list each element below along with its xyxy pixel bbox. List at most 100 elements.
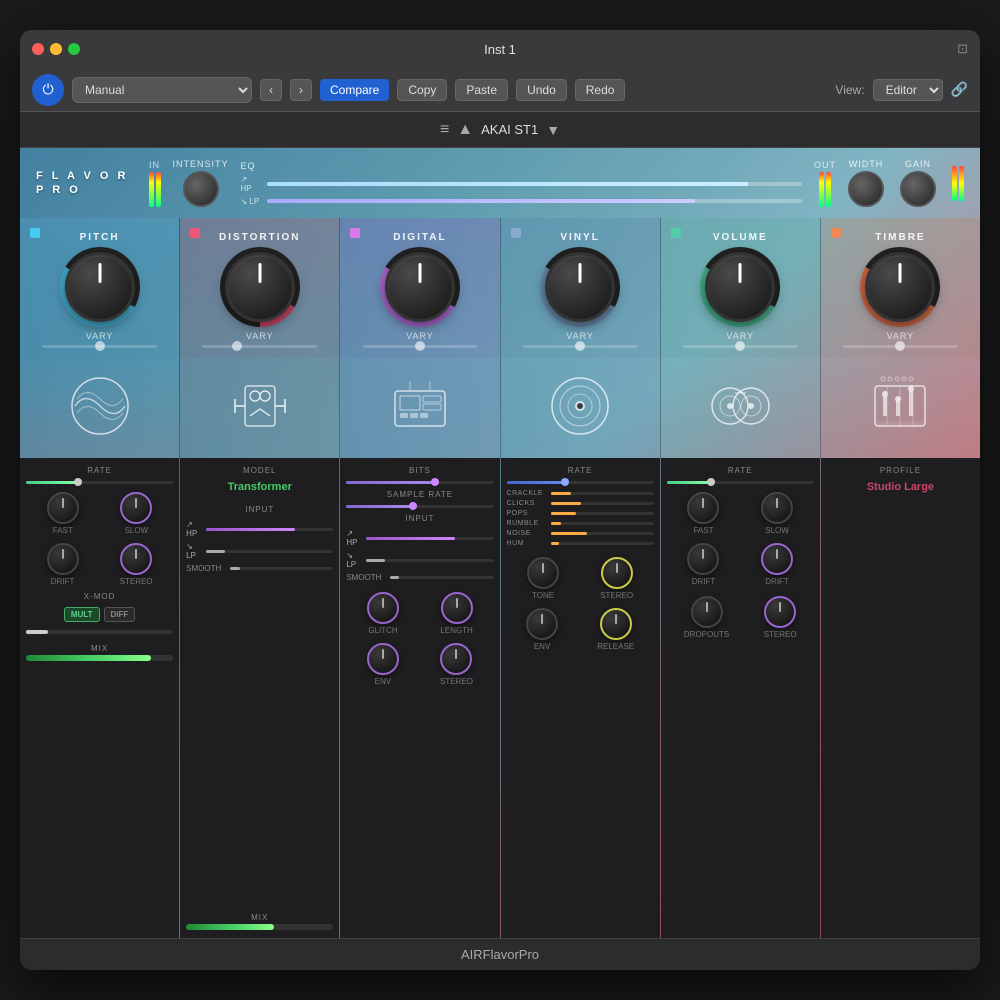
vol-slow-label: SLOW xyxy=(765,526,789,535)
menu-button[interactable]: ≡ xyxy=(440,121,449,139)
preset-dropdown[interactable]: Manual xyxy=(72,77,252,103)
xmod-diff-btn[interactable]: DIFF xyxy=(104,607,136,622)
volume-middle xyxy=(661,358,820,458)
digital-stereo-knob[interactable] xyxy=(440,643,472,675)
vol-rate-slider[interactable] xyxy=(667,481,814,484)
digital-sr-slider[interactable] xyxy=(346,505,493,508)
xmod-slider[interactable] xyxy=(26,630,48,634)
distortion-input-label: INPUT xyxy=(186,505,333,514)
maximize-button[interactable] xyxy=(68,43,80,55)
pitch-vary-slider[interactable] xyxy=(42,345,157,348)
vinyl-rate-slider[interactable] xyxy=(507,481,654,484)
pitch-knob-ring[interactable] xyxy=(60,247,140,327)
noise-slider[interactable] xyxy=(551,532,654,535)
vinyl-stereo-knob[interactable] xyxy=(601,557,633,589)
lp-slider[interactable] xyxy=(267,199,802,203)
dist-smooth-slider[interactable] xyxy=(230,567,333,570)
hp-slider[interactable] xyxy=(267,182,802,186)
distortion-model-value[interactable]: Transformer xyxy=(186,481,333,493)
hum-slider[interactable] xyxy=(551,542,654,545)
pops-slider[interactable] xyxy=(551,512,654,515)
dig-lp-label: ↘ LP xyxy=(346,551,362,569)
paste-button[interactable]: Paste xyxy=(455,79,508,101)
vol-fast-knob[interactable] xyxy=(687,492,719,524)
pitch-knob[interactable] xyxy=(65,252,135,322)
dig-lp-slider[interactable] xyxy=(366,559,493,562)
volume-vary-label: VARY xyxy=(726,331,754,341)
timbre-knob-ring[interactable] xyxy=(860,247,940,327)
vol-drift-knob[interactable] xyxy=(687,543,719,575)
timbre-knob[interactable] xyxy=(865,252,935,322)
volume-knob-ring[interactable] xyxy=(700,247,780,327)
volume-bottom: RATE FAST SLOW xyxy=(661,458,820,938)
undo-button[interactable]: Undo xyxy=(516,79,567,101)
preset-chevron[interactable]: ▼ xyxy=(546,122,560,138)
pitch-stereo-knob[interactable] xyxy=(120,543,152,575)
pitch-drift-knob[interactable] xyxy=(47,543,79,575)
vu-bar-right xyxy=(156,172,161,207)
clicks-slider[interactable] xyxy=(551,502,654,505)
compare-button[interactable]: Compare xyxy=(320,79,389,101)
volume-knob[interactable] xyxy=(705,252,775,322)
dig-hp-slider[interactable] xyxy=(366,537,493,540)
pitch-mix-slider[interactable] xyxy=(26,655,173,661)
dist-hp-slider[interactable] xyxy=(206,528,333,531)
vinyl-stereo-label: STEREO xyxy=(600,591,633,600)
pitch-slow-label: SLOW xyxy=(125,526,149,535)
digital-length-knob[interactable] xyxy=(441,592,473,624)
distortion-knob-ring[interactable] xyxy=(220,247,300,327)
in-meter: IN xyxy=(149,160,161,207)
rumble-slider[interactable] xyxy=(551,522,654,525)
digital-vary-slider[interactable] xyxy=(363,345,478,348)
plugin-body: F L A V O RP R O IN INTENSITY EQ ↗ HP xyxy=(20,148,980,938)
copy-button[interactable]: Copy xyxy=(397,79,447,101)
power-button[interactable]: ⏻ xyxy=(32,74,64,106)
width-knob[interactable] xyxy=(848,171,884,207)
vol-stereo-knob[interactable] xyxy=(764,596,796,628)
vinyl-tone-knob[interactable] xyxy=(527,557,559,589)
dist-lp-slider[interactable] xyxy=(206,550,333,553)
vol-dropouts-knob[interactable] xyxy=(691,596,723,628)
vinyl-release-knob[interactable] xyxy=(600,608,632,640)
vinyl-knob-ring[interactable] xyxy=(540,247,620,327)
volume-vary-slider[interactable] xyxy=(683,345,798,348)
digital-knob-ring[interactable] xyxy=(380,247,460,327)
eq-label: EQ xyxy=(241,161,802,171)
digital-glitch-knob[interactable] xyxy=(367,592,399,624)
vol-drift2-knob[interactable] xyxy=(761,543,793,575)
module-digital: DIGITAL VARY xyxy=(340,218,500,938)
vinyl-vary-slider[interactable] xyxy=(523,345,638,348)
crackle-slider[interactable] xyxy=(551,492,654,495)
vol-dropouts-label: DROPOUTS xyxy=(684,630,729,639)
vol-fast-label: FAST xyxy=(693,526,713,535)
vol-slow-knob[interactable] xyxy=(761,492,793,524)
distortion-vary-slider[interactable] xyxy=(202,345,317,348)
pitch-fast-knob[interactable] xyxy=(47,492,79,524)
redo-button[interactable]: Redo xyxy=(575,79,626,101)
top-strip: F L A V O RP R O IN INTENSITY EQ ↗ HP xyxy=(20,148,980,218)
intensity-knob[interactable] xyxy=(183,171,219,207)
timbre-bottom: PROFILE Studio Large xyxy=(821,458,980,938)
vinyl-env-knob[interactable] xyxy=(526,608,558,640)
timbre-vary-slider[interactable] xyxy=(843,345,958,348)
xmod-mult-btn[interactable]: MULT xyxy=(64,607,100,622)
pitch-rate-slider[interactable] xyxy=(26,481,173,484)
timbre-profile-value[interactable]: Studio Large xyxy=(827,481,974,493)
close-button[interactable] xyxy=(32,43,44,55)
digital-top: DIGITAL VARY xyxy=(340,218,499,358)
gain-knob[interactable] xyxy=(900,171,936,207)
dig-smooth-slider[interactable] xyxy=(390,576,493,579)
distortion-knob[interactable] xyxy=(225,252,295,322)
master-vu-left xyxy=(952,166,957,201)
module-timbre: TIMBRE VARY xyxy=(821,218,980,938)
digital-bits-slider[interactable] xyxy=(346,481,493,484)
vinyl-knob[interactable] xyxy=(545,252,615,322)
view-dropdown[interactable]: Editor xyxy=(873,79,943,101)
distortion-mix-slider[interactable] xyxy=(186,924,333,930)
prev-preset-button[interactable]: ‹ xyxy=(260,79,282,101)
digital-env-knob[interactable] xyxy=(367,643,399,675)
next-preset-button[interactable]: › xyxy=(290,79,312,101)
pitch-slow-knob[interactable] xyxy=(120,492,152,524)
minimize-button[interactable] xyxy=(50,43,62,55)
digital-knob[interactable] xyxy=(385,252,455,322)
